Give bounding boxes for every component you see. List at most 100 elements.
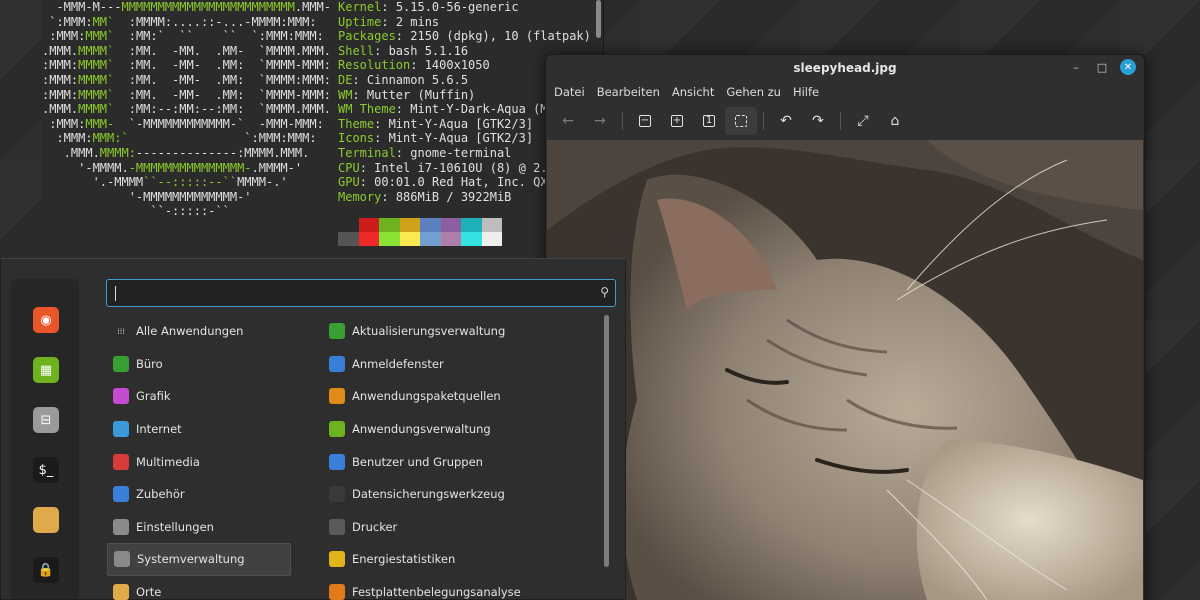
ascii-segment: MMMMMMMMMMMMMMMMMMMMMMMM <box>121 0 295 14</box>
category-item[interactable]: Einstellungen <box>107 511 291 544</box>
minimize-button[interactable]: – <box>1068 59 1084 75</box>
application-list: Aktualisierungsverwaltung Anmeldefenster A… <box>323 315 593 600</box>
zoom-original-button[interactable]: 1 <box>693 107 725 135</box>
ascii-segment: :MM. -MM- .MM: `MMMM- <box>114 87 303 102</box>
rotate-right-button[interactable]: ↷ <box>802 107 834 135</box>
app-label: Energiestatistiken <box>352 552 456 567</box>
close-button[interactable]: ✕ <box>1120 59 1136 75</box>
info-value: 2 mins <box>395 14 440 29</box>
category-item[interactable]: Zubehör <box>107 478 291 511</box>
search-box[interactable]: ⚲ <box>106 279 616 307</box>
zoom-in-button[interactable]: + <box>661 107 693 135</box>
info-key: Icons <box>338 131 375 146</box>
app-item[interactable]: Energiestatistiken <box>323 543 593 576</box>
color-swatch <box>481 232 502 246</box>
play-icon <box>113 453 129 470</box>
slideshow-button[interactable]: ⌂ <box>879 107 911 135</box>
info-value: 2150 (dpkg), 10 (flatpak) <box>410 29 591 44</box>
zoom-out-button[interactable]: − <box>629 107 661 135</box>
info-value: gnome-terminal <box>410 145 512 160</box>
info-value: Mutter (Muffin) <box>366 87 476 102</box>
shield-icon <box>329 323 345 340</box>
category-item[interactable]: Internet <box>107 413 291 446</box>
info-key: DE <box>338 72 353 87</box>
ascii-segment: :MMMM:....::-...-MMMM: <box>114 14 288 29</box>
ascii-segment: MMM. <box>302 102 331 117</box>
fullscreen-button[interactable]: ⤢ <box>847 107 879 135</box>
ascii-line: -MMM-M---MMMMMMMMMMMMMMMMMMMMMMMM.MMM- <box>42 0 338 15</box>
ascii-segment: :MM. -MM. .MM- `MMMM. <box>114 43 303 58</box>
category-item[interactable]: Multimedia <box>107 445 291 478</box>
ascii-segment: '-MMMM. <box>42 160 129 175</box>
ascii-segment: MMMM` <box>78 102 115 117</box>
info-value: Mint-Y-Dark-Aqua (Mi <box>410 102 555 117</box>
menu-bearbeiten[interactable]: Bearbeiten <box>591 81 666 103</box>
software-manager-icon[interactable]: ▦ <box>33 357 59 383</box>
cat-photo <box>547 140 1143 600</box>
toolbar-separator <box>763 112 764 130</box>
info-key: WM Theme <box>338 102 396 117</box>
slideshow-icon: ⌂ <box>890 113 900 129</box>
next-button[interactable]: → <box>584 107 616 135</box>
start-menu: ◉ ▦ ⊟ $_ 🔒 ⚲ ⁞⁞⁞ Alle Anwendungen Büro Grafik In… <box>0 258 626 600</box>
application-list-scrollbar[interactable] <box>604 315 609 567</box>
app-item[interactable]: Anwendungsverwaltung <box>323 413 593 446</box>
app-item[interactable]: Anmeldefenster <box>323 348 593 381</box>
info-value: 1400x1050 <box>424 58 490 73</box>
app-item[interactable]: Aktualisierungsverwaltung <box>323 315 593 348</box>
app-label: Anwendungsverwaltung <box>352 422 491 437</box>
ascii-segment: .MMM. <box>42 145 100 160</box>
maximize-icon: □ <box>1096 60 1108 74</box>
terminal-color-swatches <box>338 218 502 246</box>
color-swatch <box>338 218 359 232</box>
rotate-left-button[interactable]: ↶ <box>770 107 802 135</box>
close-icon: ✕ <box>1123 61 1133 73</box>
app-item[interactable]: Benutzer und Gruppen <box>323 445 593 478</box>
terminal-scrollbar[interactable] <box>596 0 601 38</box>
ascii-segment: :MMM: <box>42 58 79 73</box>
ascii-segment: :MMM: <box>42 72 79 87</box>
search-icon[interactable]: ⚲ <box>600 285 609 299</box>
best-fit-button[interactable] <box>725 107 757 135</box>
category-item[interactable]: ⁞⁞⁞ Alle Anwendungen <box>107 315 291 348</box>
image-viewer-window[interactable]: sleepyhead.jpg – □ ✕ Datei Bearbeiten An… <box>545 54 1145 600</box>
category-item[interactable]: Grafik <box>107 380 291 413</box>
neofetch-info-line: Uptime: 2 mins <box>338 15 591 30</box>
category-item[interactable]: Büro <box>107 348 291 381</box>
app-item[interactable]: Drucker <box>323 511 593 544</box>
app-item[interactable]: Anwendungspaketquellen <box>323 380 593 413</box>
viewer-titlebar[interactable]: sleepyhead.jpg – □ ✕ <box>546 55 1144 81</box>
color-swatch <box>440 232 461 246</box>
arrow-right-icon: → <box>594 113 606 129</box>
terminal-icon[interactable]: $_ <box>33 457 59 483</box>
ascii-segment: :MM:` `` `` `:MMM: <box>114 29 295 44</box>
previous-button[interactable]: ← <box>552 107 584 135</box>
toggle-icon <box>113 518 129 535</box>
menu-gehen-zu[interactable]: Gehen zu <box>720 81 787 103</box>
category-label: Grafik <box>136 389 171 404</box>
ascii-segment: `-MMMMMMMMMMMM-` -MMM- <box>114 116 295 131</box>
lock-icon[interactable]: 🔒 <box>33 557 59 583</box>
category-item[interactable]: Orte <box>107 576 291 600</box>
neofetch-ascii-logo: -MMM-M---MMMMMMMMMMMMMMMMMMMMMMMM.MMM- `… <box>42 0 338 219</box>
firefox-icon[interactable]: ◉ <box>33 307 59 333</box>
ascii-line: ``-:::::-`` <box>42 204 338 219</box>
search-input[interactable] <box>113 283 583 303</box>
app-item[interactable]: Datensicherungswerkzeug <box>323 478 593 511</box>
info-separator: : <box>352 72 367 87</box>
folder-icon[interactable] <box>33 507 59 533</box>
office-icon <box>113 355 129 372</box>
maximize-button[interactable]: □ <box>1094 59 1110 75</box>
category-item[interactable]: Systemverwaltung <box>107 543 291 576</box>
color-swatch <box>358 232 379 246</box>
backup-icon <box>329 486 345 503</box>
menu-ansicht[interactable]: Ansicht <box>666 81 720 103</box>
menu-datei[interactable]: Datei <box>548 81 591 103</box>
info-separator: : <box>359 160 375 175</box>
app-item[interactable]: Festplattenbelegungsanalyse <box>323 576 593 600</box>
ascii-segment: MMM- <box>85 116 115 131</box>
menu-hilfe[interactable]: Hilfe <box>787 81 825 103</box>
terminal-window[interactable]: -MMM-M---MMMMMMMMMMMMMMMMMMMMMMMM.MMM- `… <box>42 0 604 262</box>
color-swatch <box>379 232 400 246</box>
settings-toggle-icon[interactable]: ⊟ <box>33 407 59 433</box>
